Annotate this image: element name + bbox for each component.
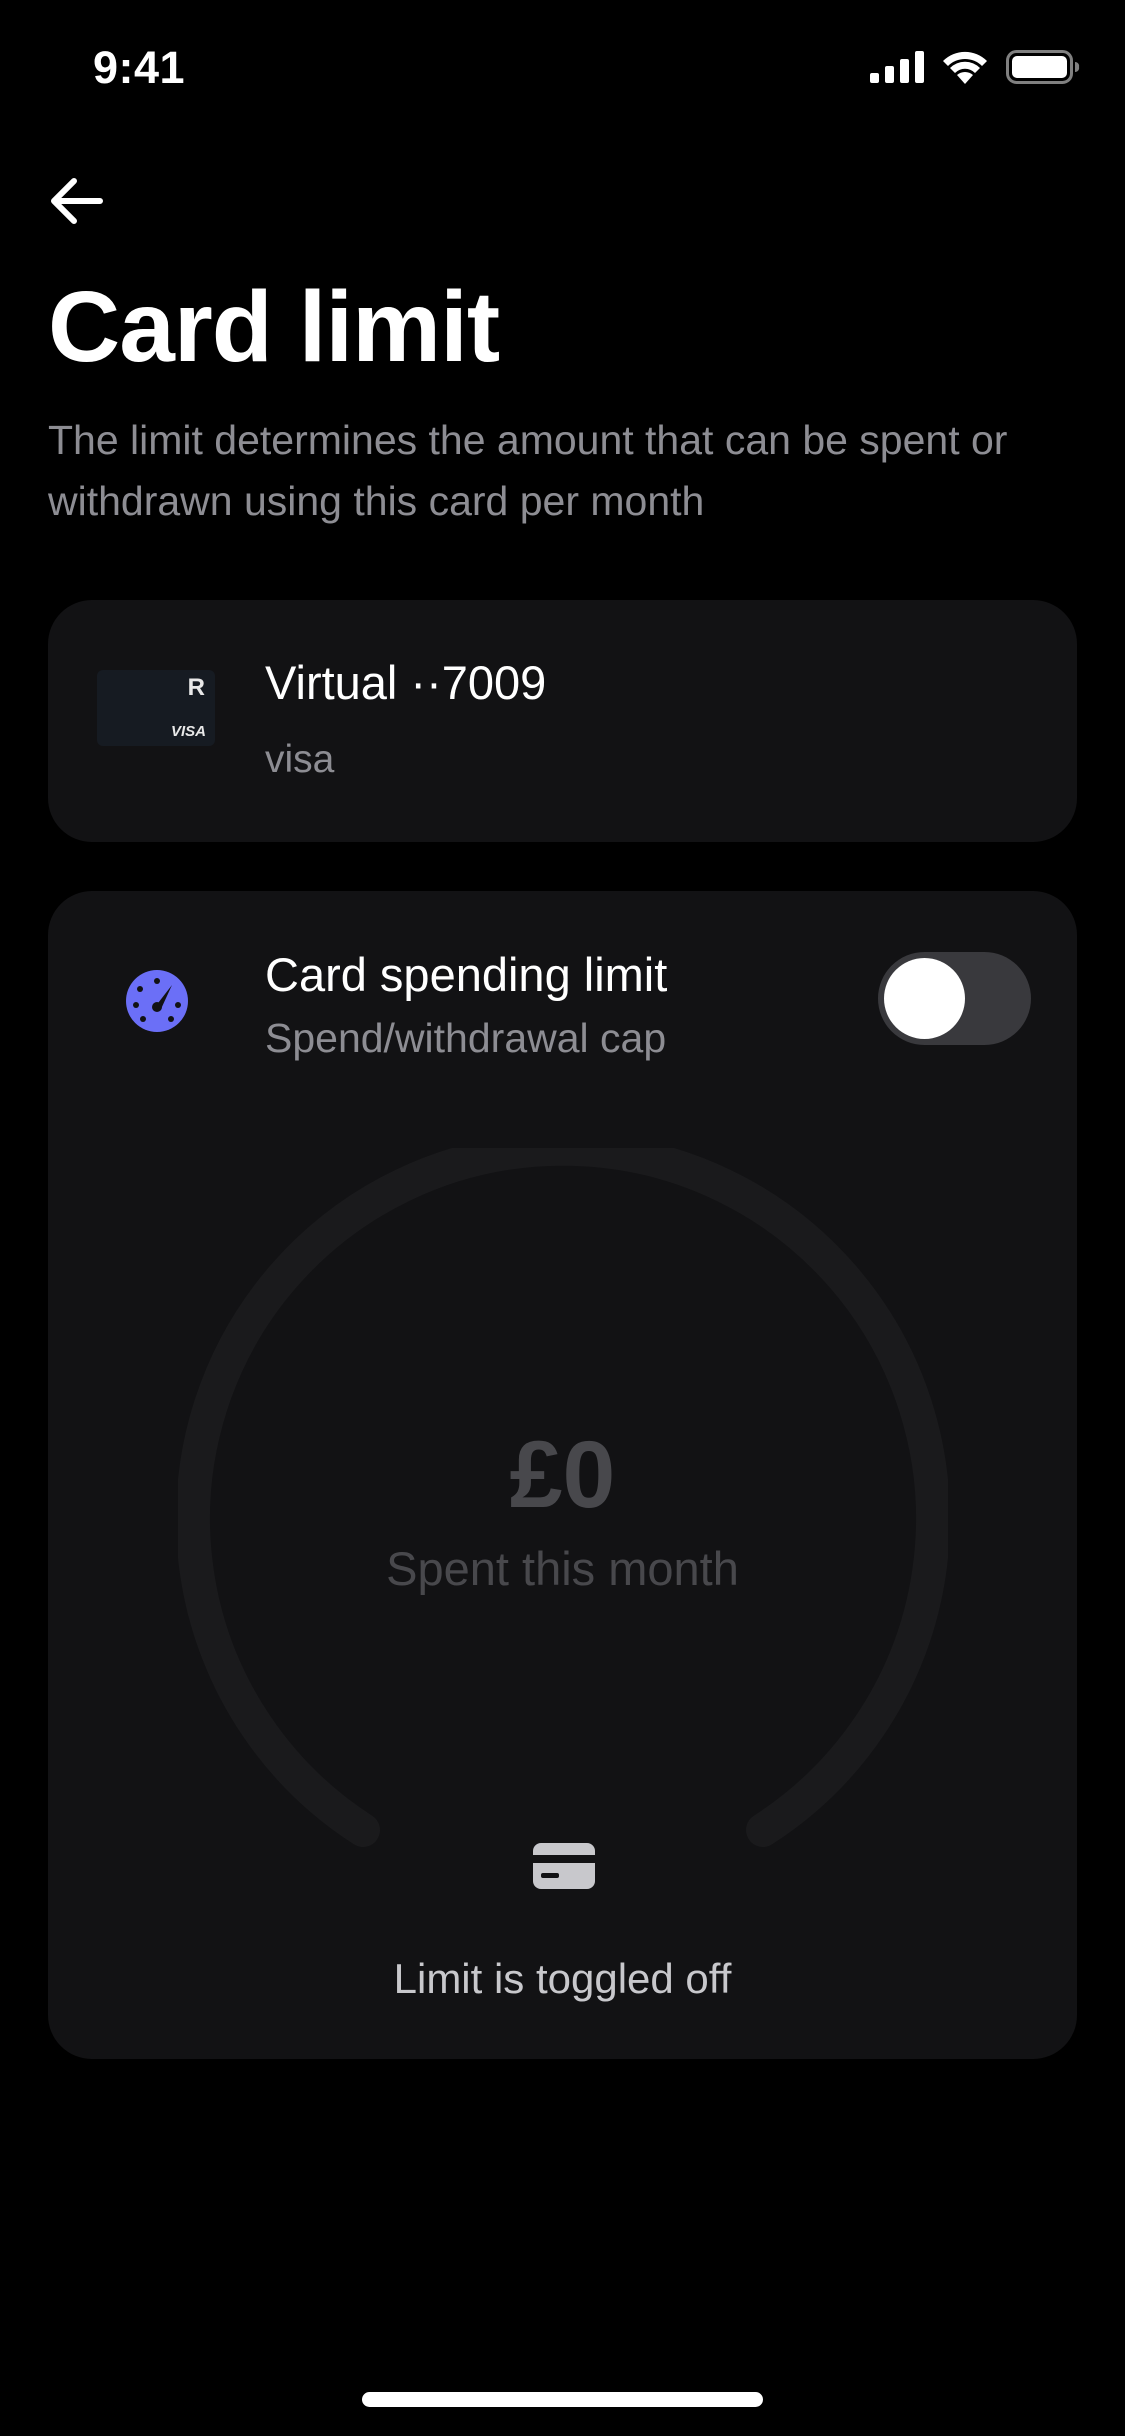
status-icons — [870, 50, 1080, 84]
limit-subtitle: Spend/withdrawal cap — [265, 1015, 667, 1061]
visa-logo: VISA — [170, 723, 206, 740]
page-title: Card limit — [48, 271, 500, 383]
card-thumbnail: R VISA — [97, 670, 215, 746]
card-summary-panel[interactable]: R VISA Virtual ··7009 visa — [48, 600, 1077, 842]
credit-card-icon — [533, 1843, 595, 1889]
card-type: visa — [265, 738, 335, 781]
spending-limit-toggle[interactable] — [878, 952, 1031, 1045]
card-brand-logo: R — [187, 674, 205, 701]
toggle-knob — [884, 958, 965, 1039]
status-bar: 9:41 — [0, 0, 1125, 140]
home-indicator[interactable] — [362, 2392, 763, 2407]
battery-icon — [1006, 50, 1080, 84]
wifi-icon — [943, 51, 987, 84]
limit-title: Card spending limit — [265, 948, 668, 1001]
spending-limit-panel: Card spending limit Spend/withdrawal cap… — [48, 891, 1077, 2059]
limit-status-text: Limit is toggled off — [393, 1955, 732, 2002]
speedometer-icon — [126, 970, 188, 1032]
card-name: Virtual ··7009 — [265, 656, 547, 709]
page-description: The limit determines the amount that can… — [48, 417, 1008, 524]
spent-label: Spent this month — [386, 1542, 739, 1595]
spent-amount: £0 — [509, 1422, 616, 1528]
status-time: 9:41 — [93, 42, 186, 93]
cellular-signal-icon — [870, 51, 924, 83]
arrow-left-icon — [51, 178, 103, 224]
back-button[interactable] — [45, 170, 107, 232]
